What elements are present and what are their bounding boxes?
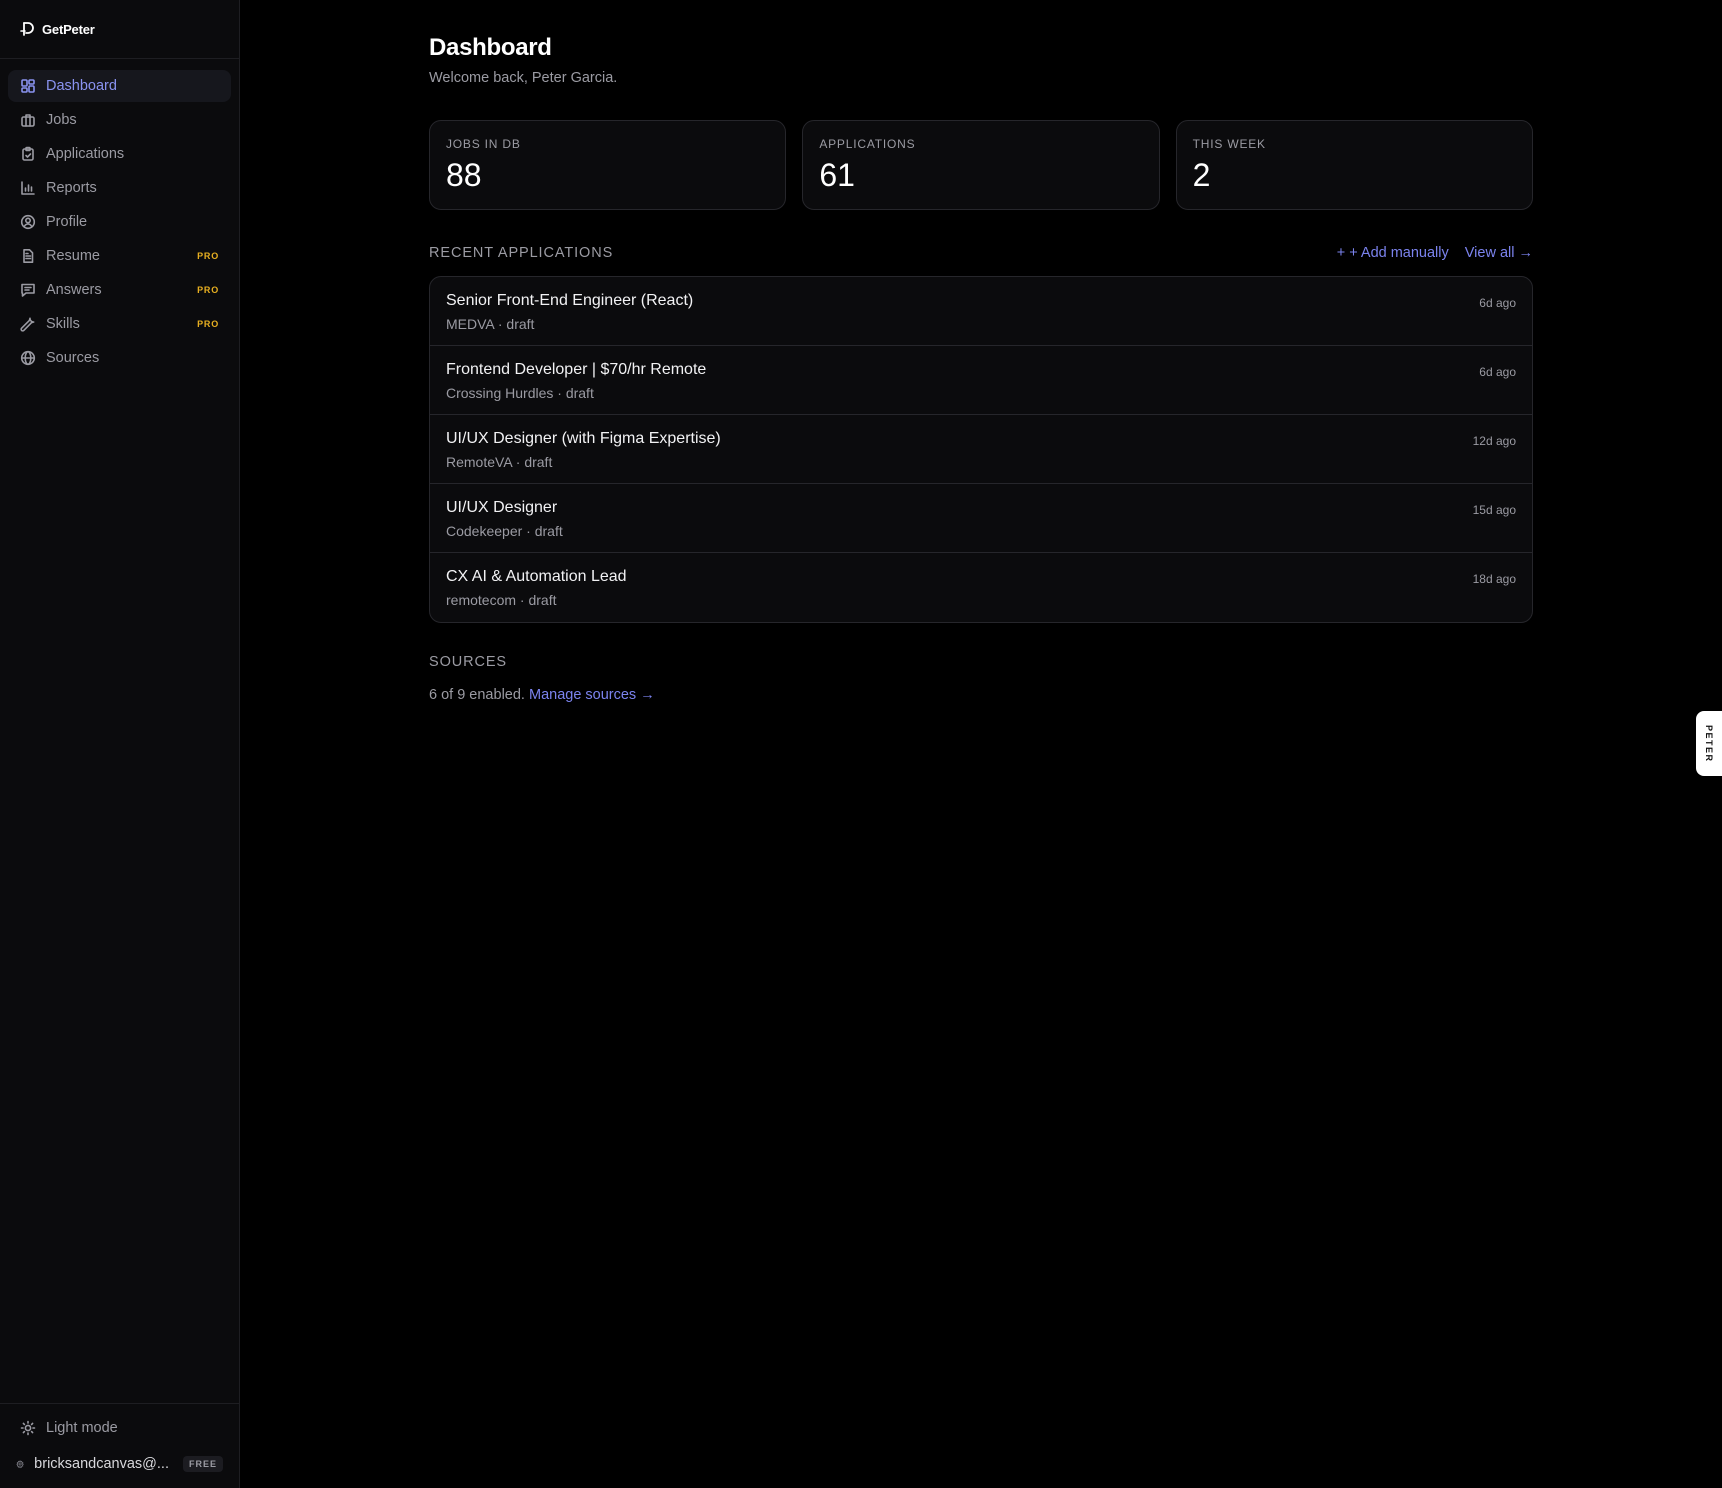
wrench-icon: [20, 316, 36, 332]
add-manually-link[interactable]: + + Add manually: [1337, 245, 1449, 261]
dashboard-icon: [20, 78, 36, 94]
welcome-message: Welcome back, Peter Garcia.: [429, 70, 618, 86]
application-title: UI/UX Designer (with Figma Expertise): [446, 430, 721, 447]
sidebar-footer: Light mode bricksandcanvas@... FREE: [0, 1403, 239, 1488]
stat-card-jobs: JOBS IN DB 88: [429, 120, 787, 210]
sun-icon: [20, 1420, 36, 1436]
globe-icon: [20, 350, 36, 366]
brand-name: GetPeter: [42, 21, 95, 37]
pro-badge: PRO: [197, 251, 219, 261]
sidebar: GetPeter Dashboard Jobs Applications Rep…: [0, 0, 240, 1488]
sidebar-item-label: Applications: [46, 146, 125, 162]
application-title: Senior Front-End Engineer (React): [446, 292, 694, 309]
application-time: 15d ago: [1472, 503, 1516, 517]
sidebar-item-label: Profile: [46, 214, 88, 230]
application-meta: Crossing Hurdles · draft: [446, 385, 594, 401]
sidebar-item-sources[interactable]: Sources: [8, 342, 231, 374]
sidebar-item-label: Jobs: [46, 112, 77, 128]
sidebar-item-label: Dashboard: [46, 78, 117, 94]
application-time: 12d ago: [1472, 434, 1516, 448]
application-meta: MEDVA · draft: [446, 316, 535, 332]
stats-row: JOBS IN DB 88 APPLICATIONS 61 THIS WEEK …: [429, 120, 1533, 210]
application-time: 6d ago: [1479, 365, 1516, 379]
application-time: 18d ago: [1472, 572, 1516, 586]
getpeter-logo-icon: [20, 22, 34, 36]
stat-label: APPLICATIONS: [819, 137, 916, 151]
sidebar-item-answers[interactable]: Answers PRO: [8, 274, 231, 306]
list-item[interactable]: UI/UX Designer (with Figma Expertise) Re…: [430, 415, 1532, 484]
application-title: UI/UX Designer: [446, 499, 558, 516]
section-title: RECENT APPLICATIONS: [429, 245, 614, 261]
message-icon: [20, 282, 36, 298]
application-title: Frontend Developer | $70/hr Remote: [446, 361, 707, 378]
stat-card-this-week: THIS WEEK 2: [1175, 120, 1533, 210]
list-item[interactable]: UI/UX Designer Codekeeper · draft 15d ag…: [430, 484, 1532, 553]
peter-tab-label: PETER: [1704, 724, 1714, 763]
bar-chart-icon: [20, 180, 36, 196]
clipboard-icon: [20, 146, 36, 162]
app-root: GetPeter Dashboard Jobs Applications Rep…: [0, 0, 1722, 1488]
recent-applications-header: RECENT APPLICATIONS + + Add manually Vie…: [429, 241, 1533, 265]
peter-side-tab[interactable]: PETER: [1696, 711, 1722, 776]
recent-applications-list: Senior Front-End Engineer (React) MEDVA …: [429, 276, 1533, 623]
light-mode-label: Light mode: [46, 1420, 118, 1436]
stat-card-applications: APPLICATIONS 61: [802, 120, 1160, 210]
stat-value: 2: [1192, 157, 1211, 193]
application-meta: Codekeeper · draft: [446, 523, 563, 539]
sidebar-nav: Dashboard Jobs Applications Reports Prof…: [0, 59, 239, 387]
sidebar-item-skills[interactable]: Skills PRO: [8, 308, 231, 340]
account-email: bricksandcanvas@...: [34, 1456, 169, 1472]
application-title: CX AI & Automation Lead: [446, 568, 627, 585]
sidebar-item-label: Sources: [46, 350, 100, 366]
sidebar-item-profile[interactable]: Profile: [8, 206, 231, 238]
sidebar-item-reports[interactable]: Reports: [8, 172, 231, 204]
sources-summary: 6 of 9 enabled. Manage sources →: [429, 687, 655, 703]
application-meta: RemoteVA · draft: [446, 454, 553, 470]
list-item[interactable]: CX AI & Automation Lead remotecom · draf…: [430, 553, 1532, 622]
stat-value: 61: [819, 157, 855, 193]
sources-section-title: SOURCES: [429, 654, 508, 670]
sidebar-item-dashboard[interactable]: Dashboard: [8, 70, 231, 102]
stat-value: 88: [446, 157, 482, 193]
stat-label: JOBS IN DB: [446, 137, 521, 151]
sidebar-item-jobs[interactable]: Jobs: [8, 104, 231, 136]
manage-sources-link[interactable]: Manage sources →: [529, 687, 655, 703]
page-title: Dashboard: [429, 34, 552, 61]
light-mode-toggle[interactable]: Light mode: [8, 1412, 231, 1444]
list-item[interactable]: Frontend Developer | $70/hr Remote Cross…: [430, 346, 1532, 415]
account-menu[interactable]: bricksandcanvas@... FREE: [8, 1448, 231, 1480]
sidebar-item-label: Resume: [46, 248, 100, 264]
sidebar-item-label: Reports: [46, 180, 97, 196]
user-circle-icon: [20, 214, 36, 230]
briefcase-icon: [20, 112, 36, 128]
document-icon: [20, 248, 36, 264]
application-meta: remotecom · draft: [446, 592, 557, 608]
sidebar-item-label: Answers: [46, 282, 102, 298]
sidebar-item-applications[interactable]: Applications: [8, 138, 231, 170]
stat-label: THIS WEEK: [1192, 137, 1266, 151]
application-time: 6d ago: [1479, 296, 1516, 310]
gear-icon: [16, 1460, 24, 1469]
list-item[interactable]: Senior Front-End Engineer (React) MEDVA …: [430, 277, 1532, 346]
plan-badge: FREE: [182, 1456, 223, 1472]
pro-badge: PRO: [197, 285, 219, 295]
sidebar-item-resume[interactable]: Resume PRO: [8, 240, 231, 272]
sources-count-text: 6 of 9 enabled.: [429, 687, 525, 703]
view-all-link[interactable]: View all →: [1465, 245, 1533, 261]
pro-badge: PRO: [197, 319, 219, 329]
brand[interactable]: GetPeter: [0, 0, 239, 59]
sidebar-item-label: Skills: [46, 316, 80, 332]
